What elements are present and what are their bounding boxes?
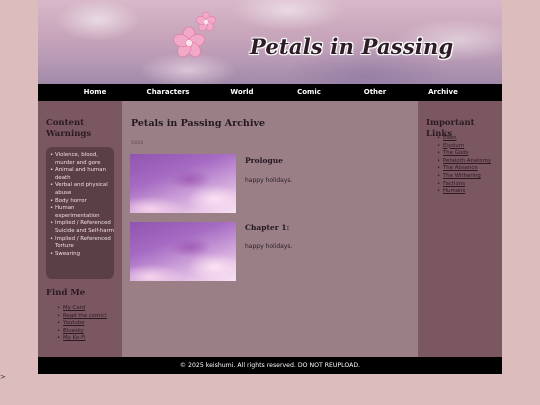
find-me-link-youtube[interactable]: Youtube xyxy=(63,320,85,326)
important-link-item: The Withering xyxy=(437,173,491,181)
link-the-withering[interactable]: The Withering xyxy=(443,173,481,179)
header-banner: Petals in Passing xyxy=(38,0,502,84)
entry-title-prologue[interactable]: Prologue xyxy=(245,156,283,165)
warning-item: Implied / Referenced Torture xyxy=(50,236,114,251)
find-me-item: Read the comic! xyxy=(57,313,107,321)
entry-title-chapter-1[interactable]: Chapter 1: xyxy=(245,223,289,232)
find-me-item: Bluesky xyxy=(57,328,107,336)
warning-item: Body horror xyxy=(50,198,114,206)
find-me-item: My Card xyxy=(57,305,107,313)
important-links-list: Eden Elysium The Gods Petaloth Anatomy T… xyxy=(437,135,491,196)
important-link-item: Factions xyxy=(437,181,491,189)
nav-home[interactable]: Home xyxy=(84,88,107,96)
main-content: Petals in Passing Archive ssss Prologue … xyxy=(122,101,418,357)
nav-other[interactable]: Other xyxy=(364,88,386,96)
warning-item: Animal and human death xyxy=(50,167,114,182)
find-me-links: My Card Read the comic! Youtube Bluesky … xyxy=(57,305,107,343)
top-nav: Home Characters World Comic Other Archiv… xyxy=(38,84,502,101)
stray-text: > xyxy=(0,373,6,381)
find-me-link-bluesky[interactable]: Bluesky xyxy=(63,328,84,334)
link-the-absence[interactable]: The Absence xyxy=(443,165,478,171)
small-flower-icon xyxy=(196,11,216,32)
warning-item: Verbal and physical abuse xyxy=(50,182,114,197)
content-warnings-heading: Content Warnings xyxy=(46,118,92,139)
page-title: Petals in Passing Archive xyxy=(131,118,266,129)
important-link-item: The Gods xyxy=(437,150,491,158)
find-me-link-comic[interactable]: Read the comic! xyxy=(63,313,107,319)
find-me-item: Youtube xyxy=(57,320,107,328)
find-me-link-card[interactable]: My Card xyxy=(63,305,85,311)
site-title: Petals in Passing xyxy=(250,34,454,59)
page-wrapper: Petals in Passing Home Characters World … xyxy=(38,0,502,374)
nav-archive[interactable]: Archive xyxy=(428,88,458,96)
chapter-1-thumbnail[interactable] xyxy=(130,222,236,281)
page-subtitle: ssss xyxy=(131,139,144,146)
link-petaloth-anatomy[interactable]: Petaloth Anatomy xyxy=(443,158,491,164)
right-sidebar: Important Links Eden Elysium The Gods Pe… xyxy=(418,101,502,357)
link-factions[interactable]: Factions xyxy=(443,181,465,187)
entry-text-prologue: happy holidays. xyxy=(245,177,293,184)
warning-item: Swearing xyxy=(50,251,114,259)
find-me-link-kofi[interactable]: My Ko-Fi xyxy=(63,335,85,341)
left-sidebar: Content Warnings Violence, blood, murder… xyxy=(38,101,122,357)
warning-item: Human experimentation xyxy=(50,205,114,220)
link-eden[interactable]: Eden xyxy=(443,135,457,141)
link-humans[interactable]: Humans xyxy=(443,188,465,194)
important-link-item: The Absence xyxy=(437,165,491,173)
important-link-item: Humans xyxy=(437,188,491,196)
important-link-item: Petaloth Anatomy xyxy=(437,158,491,166)
nav-comic[interactable]: Comic xyxy=(297,88,321,96)
important-link-item: Elysium xyxy=(437,143,491,151)
warning-item: Implied / Referenced Suicide and Self-ha… xyxy=(50,220,114,235)
content-warnings-box: Violence, blood, murder and gore Animal … xyxy=(46,147,114,279)
footer: © 2025 keishumi. All rights reserved. DO… xyxy=(38,357,502,374)
warning-item: Violence, blood, murder and gore xyxy=(50,152,114,167)
find-me-item: My Ko-Fi xyxy=(57,335,107,343)
prologue-thumbnail[interactable] xyxy=(130,154,236,213)
nav-world[interactable]: World xyxy=(230,88,253,96)
link-the-gods[interactable]: The Gods xyxy=(443,150,468,156)
find-me-heading: Find Me xyxy=(46,288,86,298)
link-elysium[interactable]: Elysium xyxy=(443,143,464,149)
important-link-item: Eden xyxy=(437,135,491,143)
entry-text-chapter-1: happy holidays. xyxy=(245,243,293,250)
nav-characters[interactable]: Characters xyxy=(147,88,190,96)
